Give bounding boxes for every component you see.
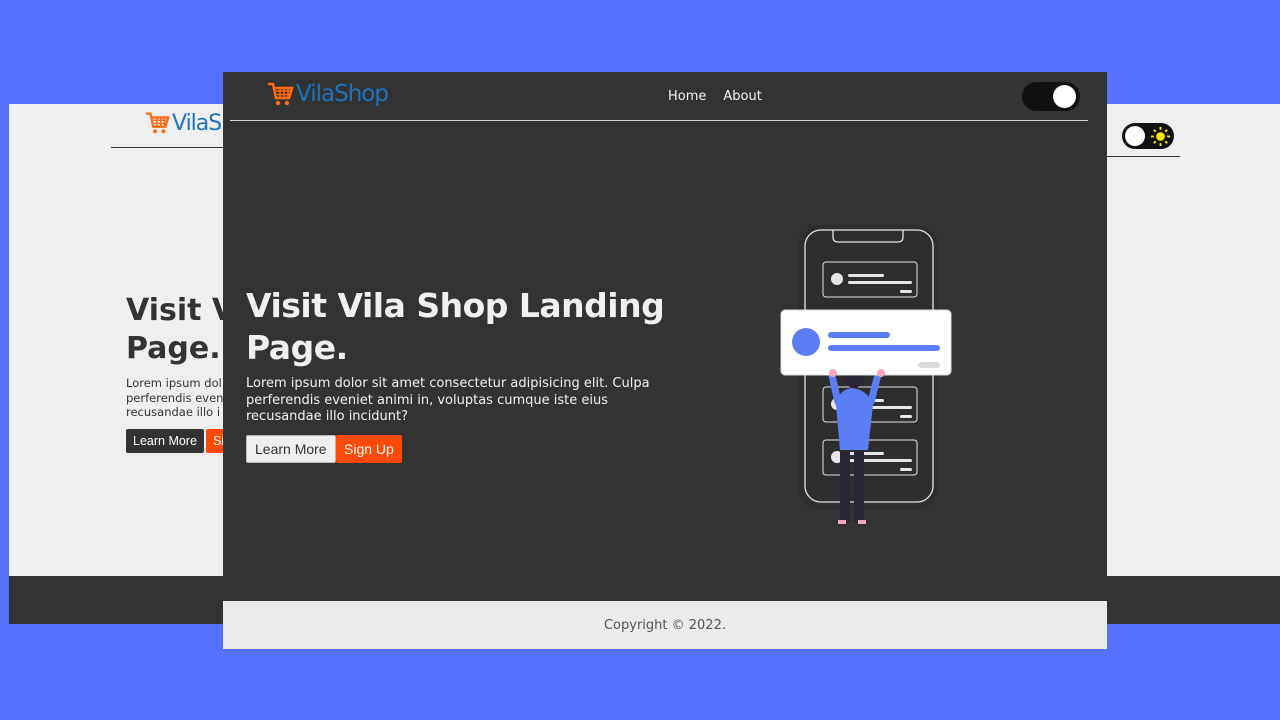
sign-up-button[interactable]: Sign Up [336,435,402,463]
nav-links: Home About [668,89,762,104]
moon-icon [1033,88,1041,104]
hero-title: Visit Vila Shop Landing Page. [246,286,665,367]
cart-icon [145,112,170,134]
navbar: VilaShop Home About [223,72,1107,120]
cart-icon [268,82,294,106]
hero-text: Lorem ipsum dolor sit amet consectetur a… [246,376,650,424]
learn-more-button[interactable]: Learn More [246,435,336,463]
floating-card [780,309,952,376]
light-text-line: recusandae illo i [126,405,221,419]
light-nav-divider-right [1105,156,1180,157]
nav-link-home[interactable]: Home [668,89,706,104]
light-hero-title: Visit V Page. [126,292,235,368]
light-title-line: Page. [126,331,221,366]
theme-toggle[interactable] [1022,82,1080,111]
sun-icon [1150,126,1171,147]
light-text-line: Lorem ipsum dol [126,376,222,390]
copyright-text: Copyright © 2022. [603,617,726,633]
light-nav-divider [111,147,241,148]
light-theme-toggle[interactable] [1122,123,1174,149]
footer: Copyright © 2022. [223,601,1107,649]
toggle-knob [1053,85,1076,108]
logo[interactable]: VilaShop [266,80,389,108]
toggle-knob [1125,126,1145,146]
light-title-line: Visit V [126,293,236,328]
light-hero-text: Lorem ipsum dol perferendis even recusan… [126,376,223,420]
light-text-line: perferendis even [126,390,224,405]
hero-illustration [780,225,952,524]
logo-text: VilaShop [296,81,389,107]
dark-mode-page: VilaShop Home About Visit Vila Shop Land… [223,72,1107,649]
light-learn-more-button[interactable]: Learn More [126,429,204,453]
nav-divider [230,120,1088,121]
nav-link-about[interactable]: About [723,89,761,104]
